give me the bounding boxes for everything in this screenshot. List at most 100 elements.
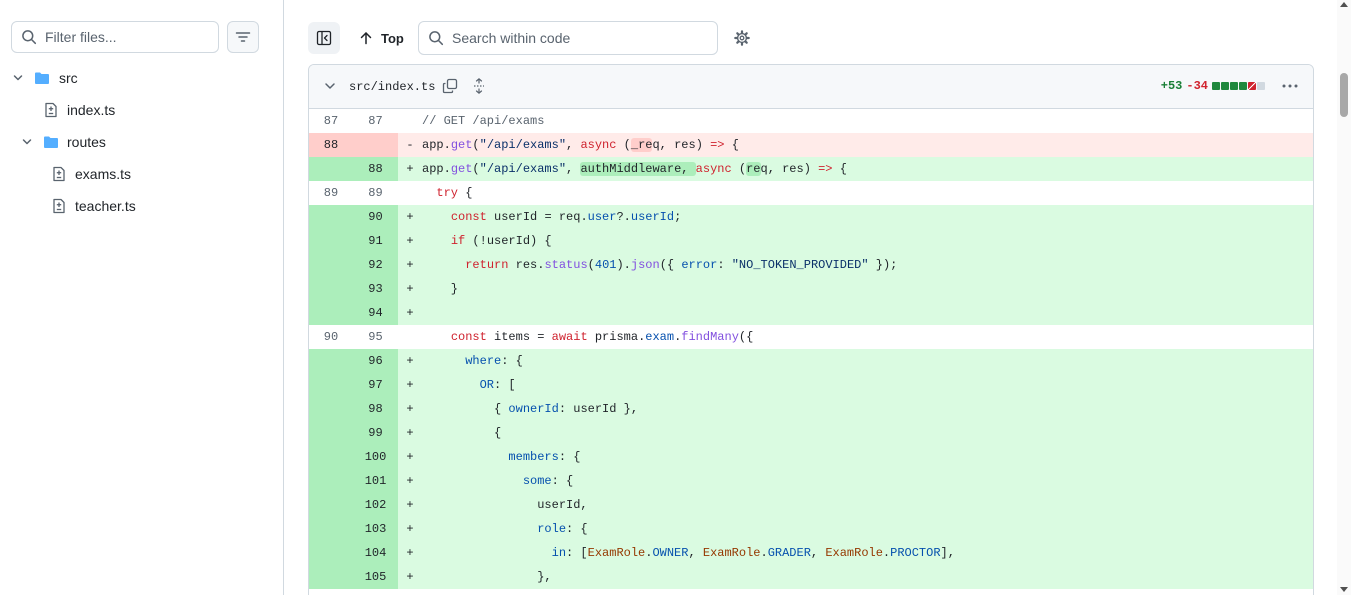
diff-line-added[interactable]: 97 + OR: [ bbox=[309, 373, 1313, 397]
old-line-number[interactable] bbox=[309, 493, 353, 517]
scroll-up-arrow[interactable] bbox=[1340, 2, 1348, 7]
diff-line-added[interactable]: 93 + } bbox=[309, 277, 1313, 301]
old-line-number[interactable] bbox=[309, 205, 353, 229]
old-line-number[interactable] bbox=[309, 349, 353, 373]
new-line-number[interactable]: 102 bbox=[353, 493, 398, 517]
tree-file-exams-ts[interactable]: exams.ts bbox=[0, 158, 283, 190]
additions-count: +53 bbox=[1160, 79, 1183, 93]
diff-marker: + bbox=[406, 474, 414, 488]
new-line-number[interactable]: 93 bbox=[353, 277, 398, 301]
code-search-input[interactable] bbox=[452, 30, 702, 46]
settings-button[interactable] bbox=[728, 22, 756, 54]
diff-line-context[interactable]: 90 95 const items = await prisma.exam.fin… bbox=[309, 325, 1313, 349]
old-line-number[interactable] bbox=[309, 277, 353, 301]
new-line-number[interactable]: 100 bbox=[353, 445, 398, 469]
new-line-number[interactable]: 103 bbox=[353, 517, 398, 541]
new-line-number[interactable]: 95 bbox=[353, 325, 398, 349]
copy-icon[interactable] bbox=[442, 78, 458, 97]
new-line-number[interactable]: 88 bbox=[353, 157, 398, 181]
new-line-number[interactable]: 87 bbox=[353, 109, 398, 133]
diff-marker: + bbox=[406, 306, 414, 320]
diff-line-added[interactable]: 101 + some: { bbox=[309, 469, 1313, 493]
new-line-number[interactable]: 91 bbox=[353, 229, 398, 253]
diff-line-added[interactable]: 98 + { ownerId: userId }, bbox=[309, 397, 1313, 421]
diff-line-added[interactable]: 105 + }, bbox=[309, 565, 1313, 589]
diff-line-context[interactable]: 89 89 try { bbox=[309, 181, 1313, 205]
diff-line-added[interactable]: 99 + { bbox=[309, 421, 1313, 445]
file-diff-icon bbox=[51, 166, 67, 182]
new-line-number[interactable]: 92 bbox=[353, 253, 398, 277]
old-line-number[interactable]: 89 bbox=[309, 181, 353, 205]
old-line-number[interactable] bbox=[309, 397, 353, 421]
diff-line-added[interactable]: 100 + members: { bbox=[309, 445, 1313, 469]
new-line-number[interactable]: 104 bbox=[353, 541, 398, 565]
tree-folder-routes[interactable]: routes bbox=[0, 126, 283, 158]
arrow-up-icon bbox=[360, 32, 372, 45]
diff-line-deleted[interactable]: 88 - app.get("/api/exams", async (_req, re… bbox=[309, 133, 1313, 157]
diff-line-added[interactable]: 94 + bbox=[309, 301, 1313, 325]
old-line-number[interactable] bbox=[309, 229, 353, 253]
filter-options-button[interactable] bbox=[227, 21, 259, 53]
diff-marker: + bbox=[406, 210, 414, 224]
old-line-number[interactable] bbox=[309, 301, 353, 325]
new-line-number[interactable]: 101 bbox=[353, 469, 398, 493]
new-line-number[interactable]: 98 bbox=[353, 397, 398, 421]
chevron-down-icon[interactable] bbox=[12, 72, 24, 84]
old-line-number[interactable] bbox=[309, 517, 353, 541]
code-text: role: { bbox=[537, 522, 588, 536]
page-scrollbar[interactable] bbox=[1337, 0, 1351, 595]
old-line-number[interactable] bbox=[309, 157, 353, 181]
diff-line-added[interactable]: 102 + userId, bbox=[309, 493, 1313, 517]
kebab-menu-icon[interactable] bbox=[1281, 78, 1299, 97]
old-line-number[interactable] bbox=[309, 253, 353, 277]
file-path[interactable]: src/index.ts bbox=[349, 80, 435, 94]
top-button[interactable]: Top bbox=[351, 22, 412, 54]
new-line-number[interactable]: 90 bbox=[353, 205, 398, 229]
old-line-number[interactable]: 87 bbox=[309, 109, 353, 133]
diff-line-context[interactable]: 87 87 // GET /api/exams bbox=[309, 109, 1313, 133]
tree-item-label: index.ts bbox=[67, 102, 116, 118]
diff-line-added[interactable]: 96 + where: { bbox=[309, 349, 1313, 373]
old-line-number[interactable] bbox=[309, 421, 353, 445]
diff-stats: +53 -34 bbox=[1161, 79, 1265, 93]
new-line-number[interactable]: 89 bbox=[353, 181, 398, 205]
file-header: src/index.ts +53 -34 bbox=[309, 65, 1313, 109]
old-line-number[interactable]: 90 bbox=[309, 325, 353, 349]
tree-file-index-ts[interactable]: index.ts bbox=[0, 94, 283, 126]
old-line-number[interactable]: 88 bbox=[309, 133, 353, 157]
old-line-number[interactable] bbox=[309, 541, 353, 565]
new-line-number[interactable]: 105 bbox=[353, 565, 398, 589]
old-line-number[interactable] bbox=[309, 565, 353, 589]
diff-line-added[interactable]: 90 + const userId = req.user?.userId; bbox=[309, 205, 1313, 229]
code-text: in: [ExamRole.OWNER, ExamRole.GRADER, Ex… bbox=[551, 546, 955, 560]
chevron-down-icon[interactable] bbox=[323, 79, 337, 96]
tree-folder-src[interactable]: src bbox=[0, 62, 283, 94]
file-diff-panel: src/index.ts +53 -34 87 87 // GET /api/exa… bbox=[308, 64, 1314, 595]
tree-file-teacher-ts[interactable]: teacher.ts bbox=[0, 190, 283, 222]
new-line-number[interactable]: 97 bbox=[353, 373, 398, 397]
expand-all-icon[interactable] bbox=[471, 78, 487, 97]
diff-line-added[interactable]: 103 + role: { bbox=[309, 517, 1313, 541]
new-line-number[interactable]: 96 bbox=[353, 349, 398, 373]
code-text: if (!userId) { bbox=[450, 234, 552, 248]
new-line-number[interactable]: 99 bbox=[353, 421, 398, 445]
diff-line-added[interactable]: 104 + in: [ExamRole.OWNER, ExamRole.GRADE… bbox=[309, 541, 1313, 565]
diff-marker: + bbox=[406, 570, 414, 584]
toggle-file-tree-button[interactable] bbox=[308, 22, 340, 54]
scroll-down-arrow[interactable] bbox=[1340, 587, 1348, 592]
old-line-number[interactable] bbox=[309, 445, 353, 469]
chevron-down-icon[interactable] bbox=[21, 136, 33, 148]
filter-files-box[interactable] bbox=[11, 21, 219, 53]
scrollbar-thumb[interactable] bbox=[1340, 73, 1348, 117]
filter-files-input[interactable] bbox=[45, 29, 205, 45]
old-line-number[interactable] bbox=[309, 373, 353, 397]
diff-line-added[interactable]: 92 + return res.status(401).json({ error:… bbox=[309, 253, 1313, 277]
diff-marker: + bbox=[406, 402, 414, 416]
old-line-number[interactable] bbox=[309, 469, 353, 493]
diffstat-add-square bbox=[1239, 82, 1247, 90]
diff-line-added[interactable]: 88 + app.get("/api/exams", authMiddleware,… bbox=[309, 157, 1313, 181]
diff-line-added[interactable]: 91 + if (!userId) { bbox=[309, 229, 1313, 253]
new-line-number[interactable]: 94 bbox=[353, 301, 398, 325]
new-line-number[interactable] bbox=[353, 133, 398, 157]
code-search-box[interactable] bbox=[418, 21, 718, 55]
